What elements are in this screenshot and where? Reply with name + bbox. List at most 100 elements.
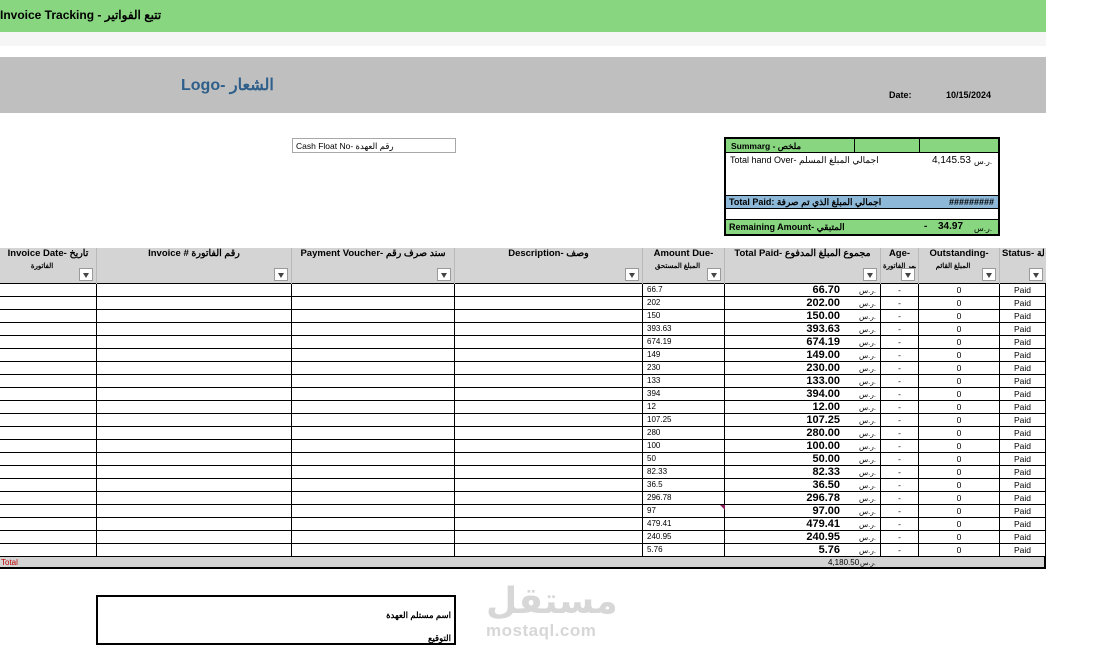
cell-invoice-date[interactable] (0, 531, 97, 544)
cell-description[interactable] (455, 297, 643, 310)
cell-status[interactable]: Paid (1000, 414, 1046, 427)
cell-amount-due[interactable]: 674.19 (643, 336, 725, 349)
cell-invoice-number[interactable] (97, 531, 292, 544)
cell-invoice-date[interactable] (0, 388, 97, 401)
cell-payment-voucher[interactable] (292, 453, 455, 466)
cell-outstanding[interactable]: 0 (919, 336, 1000, 349)
cell-amount-due[interactable]: 240.95 (643, 531, 725, 544)
filter-dropdown-icon[interactable] (274, 268, 288, 281)
cell-invoice-date[interactable] (0, 284, 97, 297)
cell-amount-due[interactable]: 280 (643, 427, 725, 440)
cell-age[interactable]: - (881, 531, 919, 544)
cell-outstanding[interactable]: 0 (919, 466, 1000, 479)
cell-invoice-date[interactable] (0, 544, 97, 557)
cell-payment-voucher[interactable] (292, 323, 455, 336)
cell-invoice-date[interactable] (0, 323, 97, 336)
cell-total-paid[interactable]: 36.50 ر.س. (725, 479, 881, 492)
cell-invoice-number[interactable] (97, 427, 292, 440)
cell-age[interactable]: - (881, 401, 919, 414)
cell-invoice-number[interactable] (97, 453, 292, 466)
cell-invoice-date[interactable] (0, 453, 97, 466)
cell-description[interactable] (455, 453, 643, 466)
cell-outstanding[interactable]: 0 (919, 310, 1000, 323)
cell-payment-voucher[interactable] (292, 505, 455, 518)
cell-outstanding[interactable]: 0 (919, 323, 1000, 336)
cell-total-paid[interactable]: 149.00 ر.س. (725, 349, 881, 362)
cell-invoice-date[interactable] (0, 466, 97, 479)
cell-outstanding[interactable]: 0 (919, 518, 1000, 531)
cell-total-paid[interactable]: 82.33 ر.س. (725, 466, 881, 479)
cell-description[interactable] (455, 531, 643, 544)
total-handover-value[interactable]: 4,145.53 (932, 155, 971, 166)
cell-amount-due[interactable]: 394 (643, 388, 725, 401)
cell-amount-due[interactable]: 107.25 (643, 414, 725, 427)
cell-total-paid[interactable]: 107.25 ر.س. (725, 414, 881, 427)
cell-amount-due[interactable]: 12 (643, 401, 725, 414)
cell-description[interactable] (455, 388, 643, 401)
cell-age[interactable]: - (881, 544, 919, 557)
cell-outstanding[interactable]: 0 (919, 544, 1000, 557)
cell-description[interactable] (455, 401, 643, 414)
cell-invoice-number[interactable] (97, 336, 292, 349)
cell-amount-due[interactable]: 50 (643, 453, 725, 466)
cell-invoice-number[interactable] (97, 440, 292, 453)
cell-invoice-date[interactable] (0, 375, 97, 388)
cell-invoice-date[interactable] (0, 518, 97, 531)
cell-total-paid[interactable]: 66.70 ر.س. (725, 284, 881, 297)
cell-total-paid[interactable]: 133.00 ر.س. (725, 375, 881, 388)
cell-invoice-number[interactable] (97, 544, 292, 557)
cell-status[interactable]: Paid (1000, 492, 1046, 505)
cell-age[interactable]: - (881, 518, 919, 531)
cell-status[interactable]: Paid (1000, 466, 1046, 479)
cell-invoice-date[interactable] (0, 336, 97, 349)
cell-description[interactable] (455, 375, 643, 388)
cell-outstanding[interactable]: 0 (919, 362, 1000, 375)
cell-invoice-number[interactable] (97, 479, 292, 492)
cell-invoice-number[interactable] (97, 492, 292, 505)
cell-invoice-number[interactable] (97, 349, 292, 362)
cell-invoice-number[interactable] (97, 375, 292, 388)
cell-invoice-number[interactable] (97, 362, 292, 375)
cell-status[interactable]: Paid (1000, 297, 1046, 310)
cell-invoice-number[interactable] (97, 323, 292, 336)
filter-dropdown-icon[interactable] (901, 268, 915, 281)
cell-age[interactable]: - (881, 362, 919, 375)
cell-payment-voucher[interactable] (292, 440, 455, 453)
cell-invoice-date[interactable] (0, 401, 97, 414)
cell-payment-voucher[interactable] (292, 388, 455, 401)
cell-status[interactable]: Paid (1000, 310, 1046, 323)
cell-invoice-number[interactable] (97, 518, 292, 531)
cell-invoice-date[interactable] (0, 297, 97, 310)
cell-age[interactable]: - (881, 388, 919, 401)
cell-status[interactable]: Paid (1000, 284, 1046, 297)
cell-payment-voucher[interactable] (292, 297, 455, 310)
cell-invoice-number[interactable] (97, 388, 292, 401)
cell-outstanding[interactable]: 0 (919, 453, 1000, 466)
cell-payment-voucher[interactable] (292, 544, 455, 557)
cell-invoice-number[interactable] (97, 284, 292, 297)
cell-status[interactable]: Paid (1000, 362, 1046, 375)
cell-payment-voucher[interactable] (292, 518, 455, 531)
cell-status[interactable]: Paid (1000, 453, 1046, 466)
total-value[interactable]: 4,180.50 (828, 558, 859, 567)
cell-payment-voucher[interactable] (292, 401, 455, 414)
cell-payment-voucher[interactable] (292, 479, 455, 492)
cell-payment-voucher[interactable] (292, 531, 455, 544)
cell-outstanding[interactable]: 0 (919, 440, 1000, 453)
total-paid-value[interactable]: ######### (949, 197, 994, 207)
cell-invoice-date[interactable] (0, 310, 97, 323)
cell-invoice-date[interactable] (0, 505, 97, 518)
cell-age[interactable]: - (881, 323, 919, 336)
cell-amount-due[interactable]: 97 (643, 505, 725, 518)
cell-outstanding[interactable]: 0 (919, 505, 1000, 518)
cell-outstanding[interactable]: 0 (919, 284, 1000, 297)
cell-age[interactable]: - (881, 284, 919, 297)
cell-amount-due[interactable]: 393.63 (643, 323, 725, 336)
cell-amount-due[interactable]: 149 (643, 349, 725, 362)
date-value[interactable]: 10/15/2024 (946, 90, 991, 100)
filter-dropdown-icon[interactable] (1029, 268, 1043, 281)
cell-amount-due[interactable]: 133 (643, 375, 725, 388)
cell-outstanding[interactable]: 0 (919, 479, 1000, 492)
cell-outstanding[interactable]: 0 (919, 297, 1000, 310)
cell-total-paid[interactable]: 150.00 ر.س. (725, 310, 881, 323)
